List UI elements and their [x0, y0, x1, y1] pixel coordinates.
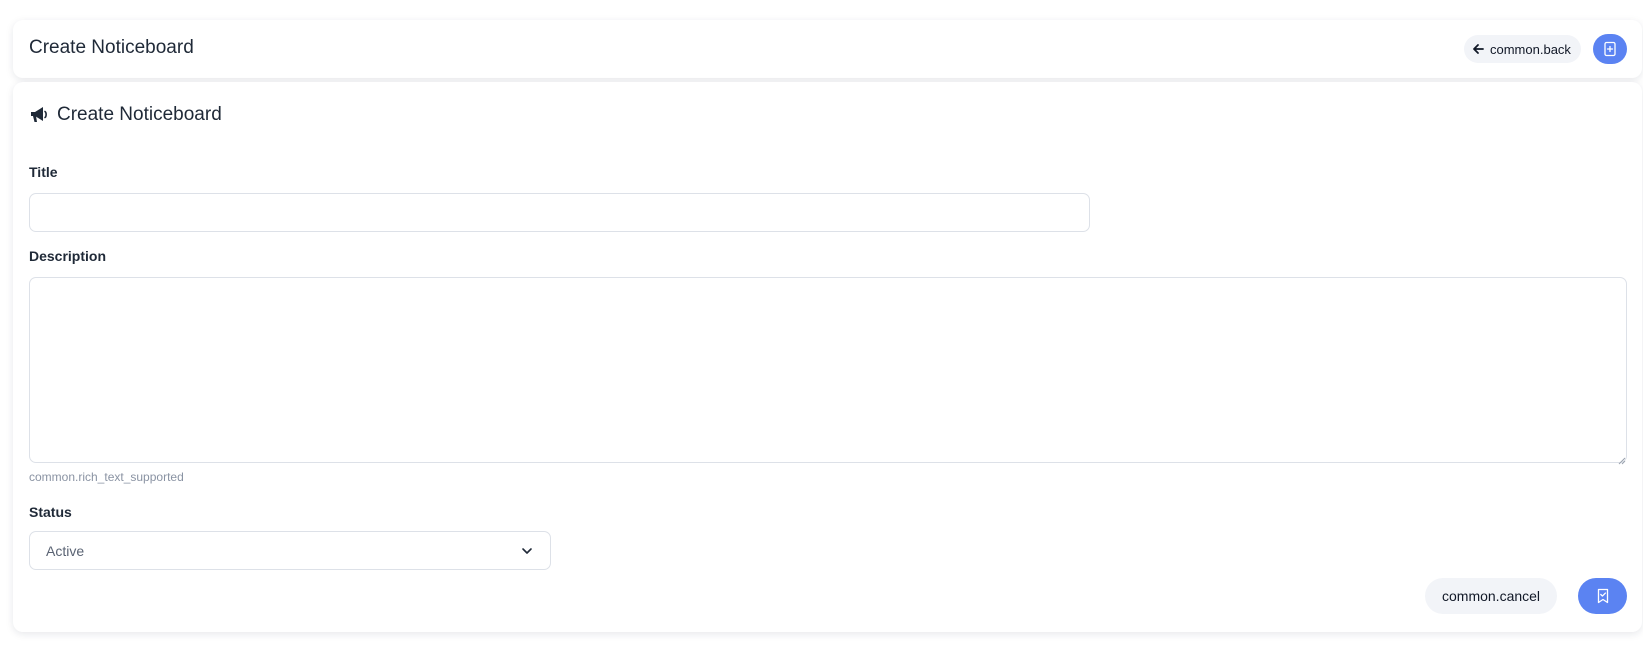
back-button-label: common.back [1490, 41, 1571, 57]
form-section-title: Create Noticeboard [29, 104, 222, 126]
back-button[interactable]: common.back [1464, 35, 1581, 63]
form-section-title-text: Create Noticeboard [57, 104, 222, 125]
page-title: Create Noticeboard [29, 37, 194, 58]
title-input[interactable] [29, 193, 1090, 232]
file-plus-icon [1603, 41, 1617, 57]
noticeboard-form: Create Noticeboard Title Description com… [13, 82, 1642, 632]
save-button[interactable] [1578, 578, 1627, 614]
cancel-button[interactable]: common.cancel [1425, 578, 1558, 614]
page-header: Create Noticeboard common.back [13, 20, 1642, 78]
status-label: Status [29, 504, 72, 520]
chevron-down-icon [520, 544, 534, 558]
header-action-button[interactable] [1593, 34, 1627, 64]
title-label: Title [29, 164, 58, 180]
description-help-text: common.rich_text_supported [29, 470, 184, 484]
megaphone-icon [29, 105, 49, 125]
status-select[interactable]: Active [29, 531, 551, 570]
description-textarea[interactable] [29, 277, 1627, 463]
bookmark-check-icon [1596, 588, 1610, 604]
resize-grip-icon[interactable] [1617, 452, 1626, 465]
status-selected-value: Active [46, 542, 85, 559]
arrow-left-icon [1472, 43, 1484, 55]
description-label: Description [29, 248, 107, 264]
